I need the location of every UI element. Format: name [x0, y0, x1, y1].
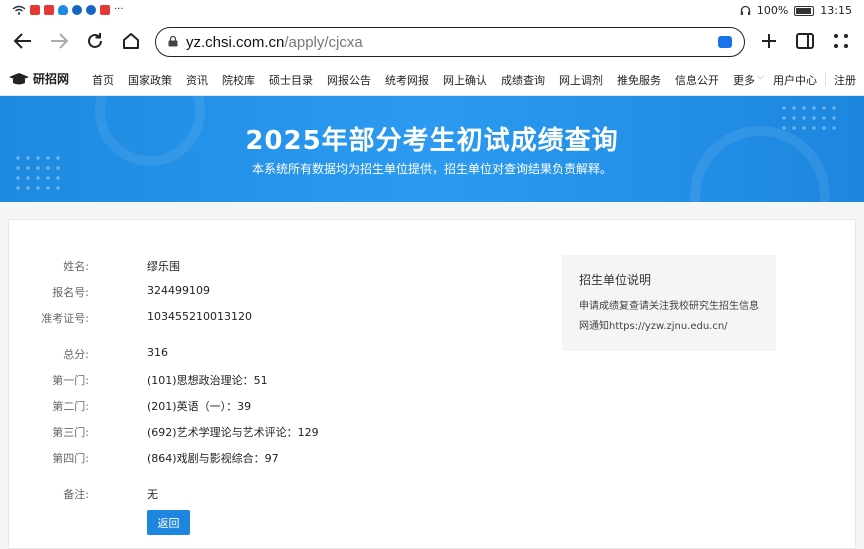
browser-toolbar: yz.chsi.com.cn/apply/cjcxa [0, 22, 864, 62]
total-label: 总分: [63, 348, 89, 361]
score-result-card: 姓名: 缪乐围 报名号: 324499109 准考证号: 10345521001… [8, 219, 856, 549]
nav-item[interactable]: 更多 [733, 72, 755, 88]
subject-label: 第四门: [52, 452, 89, 465]
lock-icon [168, 36, 178, 47]
nav-item[interactable]: 首页 [92, 72, 114, 88]
subject-value: (864)戏剧与影视综合：97 [147, 452, 279, 465]
nav-item[interactable]: 硕士目录 [269, 72, 313, 88]
nav-item[interactable]: 网上确认 [443, 72, 487, 88]
register-link[interactable]: 注册 [834, 72, 856, 88]
battery-icon [794, 5, 815, 16]
logo-text: 研招网 [33, 72, 70, 86]
reload-icon[interactable] [82, 28, 108, 54]
new-tab-icon[interactable] [756, 28, 782, 54]
address-bar[interactable]: yz.chsi.com.cn/apply/cjcxa [155, 27, 745, 57]
status-bar: ··· 100% 13:15 [0, 0, 864, 22]
app-notification-icon [72, 4, 82, 15]
app-notification-icon [86, 4, 96, 15]
subject-label: 第二门: [52, 400, 89, 413]
nav-item[interactable]: 统考网报 [385, 72, 429, 88]
nav-item[interactable]: 资讯 [186, 72, 208, 88]
nav-item[interactable]: 院校库 [222, 72, 255, 88]
nav-item[interactable]: 网报公告 [327, 72, 371, 88]
remark-value: 无 [147, 488, 158, 501]
battery-percent: 100% [756, 4, 789, 17]
site-nav: 研招网 首页 国家政策 资讯 院校库 硕士目录 网报公告 统考网报 网上确认 成绩查询 网上调剂推… [0, 62, 864, 96]
more-notifications-icon: ··· [114, 4, 124, 15]
menu-icon[interactable] [828, 28, 854, 54]
ticket-value: 103455210013120 [147, 310, 252, 323]
name-label: 姓名: [63, 260, 89, 273]
subject-label: 第一门: [52, 374, 89, 387]
app-notification-icon [100, 4, 110, 15]
graduation-cap-icon [9, 72, 29, 84]
notice-title: 招生单位说明 [579, 273, 652, 287]
subject-value: (692)艺术学理论与艺术评论：129 [147, 426, 319, 439]
page-banner: 2025年部分考生初试成绩查询 本系统所有数据均为招生单位提供，招生单位对查询结… [0, 96, 864, 202]
tabs-icon[interactable] [792, 28, 818, 54]
url-text[interactable]: yz.chsi.com.cn/apply/cjcxa [186, 34, 363, 51]
subject-value: (201)英语（一）：39 [147, 400, 252, 413]
page-title: 2025年部分考生初试成绩查询 [245, 126, 619, 156]
divider [825, 72, 826, 86]
clock: 13:15 [820, 4, 852, 17]
nav-item[interactable]: 推免服务 [617, 72, 661, 88]
nav-menu: 首页 国家政策 资讯 院校库 硕士目录 网报公告 统考网报 网上确认 成绩查询 网上调剂 推免服务信… [92, 72, 778, 88]
translate-icon[interactable] [718, 36, 732, 48]
url-path: /apply/cjcxa [284, 34, 363, 51]
headphones-icon [740, 5, 751, 15]
nav-item[interactable]: 国家政策 [128, 72, 172, 88]
nav-item[interactable]: 网上调剂 [559, 72, 603, 88]
chevron-down-icon[interactable]: ⌵ [757, 72, 764, 88]
url-host: yz.chsi.com.cn [186, 34, 285, 51]
app-notification-icon [30, 4, 40, 15]
reg-label: 报名号: [52, 286, 89, 299]
ticket-label: 准考证号: [41, 312, 89, 325]
site-logo[interactable]: 研招网 [8, 70, 69, 87]
user-center-link[interactable]: 用户中心 [773, 72, 817, 88]
wifi-icon [12, 5, 26, 15]
notice-box: 招生单位说明 申请成绩复查请关注我校研究生招生信息网通知https://yzw.… [562, 255, 776, 351]
home-icon[interactable] [118, 28, 144, 54]
forward-icon[interactable] [46, 28, 72, 54]
subject-label: 第三门: [52, 426, 89, 439]
total-value: 316 [147, 346, 168, 359]
nav-item[interactable]: 成绩查询 [501, 72, 545, 88]
reg-value: 324499109 [147, 284, 210, 297]
shield-icon [58, 4, 68, 15]
back-icon[interactable] [10, 28, 36, 54]
app-notification-icon [44, 4, 54, 15]
subject-value: (101)思想政治理论：51 [147, 374, 268, 387]
name-value: 缪乐围 [147, 260, 180, 273]
nav-item[interactable]: 信息公开 [675, 72, 719, 88]
remark-label: 备注: [63, 488, 89, 501]
notice-body: 申请成绩复查请关注我校研究生招生信息网通知https://yzw.zjnu.ed… [579, 301, 759, 332]
status-icons: ··· [12, 4, 124, 15]
back-button[interactable]: 返回 [147, 510, 190, 535]
page-subtitle: 本系统所有数据均为招生单位提供，招生单位对查询结果负责解释。 [251, 162, 612, 176]
